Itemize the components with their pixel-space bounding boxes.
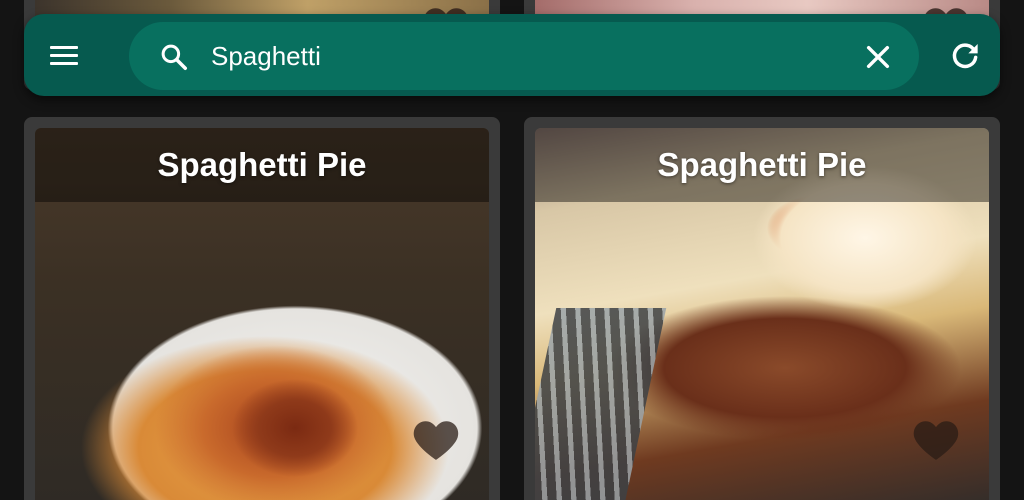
recipe-card[interactable]: Spaghetti Pie [524,117,1000,500]
recipe-title-band: Spaghetti Pie [35,128,489,202]
recipe-title-band: Spaghetti Pie [535,128,989,202]
search-bar[interactable] [129,22,919,90]
search-input[interactable] [211,36,771,76]
recipe-title: Spaghetti Pie [657,146,867,183]
favorite-button[interactable] [409,415,463,463]
search-toolbar [24,14,1000,96]
fork-graphic [535,308,667,500]
menu-bar [50,61,78,65]
heart-icon [413,421,459,460]
recipe-title: Spaghetti Pie [157,146,367,183]
menu-bar [50,45,78,49]
favorite-button[interactable] [909,415,963,463]
menu-bar [50,53,78,57]
search-icon[interactable] [159,42,189,72]
refresh-icon[interactable] [949,40,981,72]
recipe-search-screen: Spaghetti Pie Spaghetti Pie [0,0,1024,500]
menu-icon[interactable] [42,36,86,74]
close-icon[interactable] [862,41,894,73]
recipe-card[interactable]: Spaghetti Pie [24,117,500,500]
heart-icon [913,421,959,460]
